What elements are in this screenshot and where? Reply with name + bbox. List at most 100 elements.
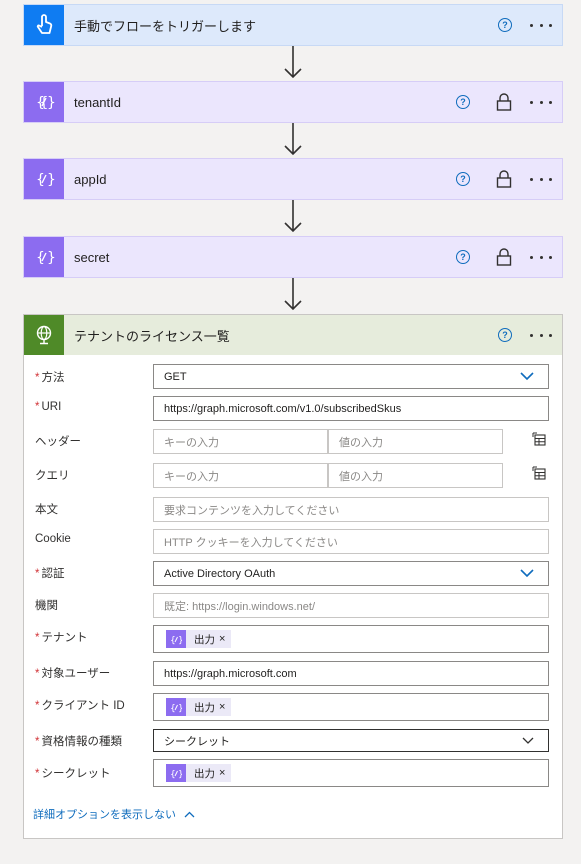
more-icon[interactable] [530, 170, 552, 188]
output-token[interactable]: {} 出力 × [166, 698, 232, 716]
remove-token-icon[interactable]: × [219, 633, 225, 645]
cookie-row: Cookie HTTP クッキーを入力してください [24, 527, 562, 559]
queries-row: クエリ キーの入力 値の入力 [24, 461, 562, 495]
svg-text:}: } [47, 95, 55, 111]
help-icon[interactable]: ? [456, 172, 470, 186]
auth-row: * 認証 Active Directory OAuth [24, 559, 562, 591]
help-icon[interactable]: ? [498, 328, 512, 342]
svg-text:}: } [47, 250, 55, 266]
http-form: * 方法 GET * URI https://graph.microsoft.com… [24, 355, 562, 811]
svg-text:}: } [178, 770, 182, 779]
header-value-input[interactable]: 値の入力 [328, 429, 503, 454]
token-label: 出力 [194, 633, 215, 646]
body-input[interactable]: 要求コンテンツを入力してください [153, 497, 549, 522]
svg-text:{: { [170, 636, 176, 645]
http-header[interactable]: テナントのライセンス一覧 ? [24, 315, 562, 355]
uri-input[interactable]: https://graph.microsoft.com/v1.0/subscri… [153, 396, 549, 421]
audience-input[interactable]: https://graph.microsoft.com [153, 661, 549, 686]
header-key-input[interactable]: キーの入力 [153, 429, 328, 454]
method-value: GET [164, 370, 187, 383]
remove-token-icon[interactable]: × [219, 767, 225, 779]
chevron-down-icon [520, 569, 534, 578]
uri-row: * URI https://graph.microsoft.com/v1.0/su… [24, 395, 562, 427]
lock-icon[interactable] [496, 93, 512, 111]
appid-card[interactable]: {} appId ? [23, 158, 563, 200]
secret-header[interactable]: {} secret ? [24, 237, 562, 277]
arrow-down-icon [284, 200, 302, 233]
step-title: 手動でフローをトリガーします [74, 18, 257, 34]
tenant-row: *テナント {} 出力 × [24, 623, 562, 659]
lock-icon[interactable] [496, 248, 512, 266]
credential-type-row: * 資格情報の種類 シークレット [24, 727, 562, 759]
hand-touch-icon [24, 5, 64, 45]
trigger-card[interactable]: 手動でフローをトリガーします ? [23, 4, 563, 46]
variable-icon: {} [24, 159, 64, 199]
query-value-input[interactable]: 値の入力 [328, 463, 503, 488]
more-icon[interactable] [530, 248, 552, 266]
uri-label: * URI [35, 401, 62, 413]
auth-select[interactable]: Active Directory OAuth [153, 561, 549, 586]
svg-text:{: { [170, 770, 176, 779]
more-icon[interactable] [530, 16, 552, 34]
method-select[interactable]: GET [153, 364, 549, 389]
trigger-header[interactable]: 手動でフローをトリガーします ? [24, 5, 562, 45]
credential-type-select[interactable]: シークレット [153, 729, 549, 752]
audience-label: * 対象ユーザー [35, 668, 111, 680]
advanced-link-label: 詳細オプションを表示しない [33, 809, 176, 821]
output-token[interactable]: {} 出力 × [166, 630, 232, 648]
cookie-input[interactable]: HTTP クッキーを入力してください [153, 529, 549, 554]
credential-type-label: * 資格情報の種類 [35, 736, 122, 748]
method-label: * 方法 [35, 372, 65, 384]
remove-token-icon[interactable]: × [219, 701, 225, 713]
headers-row: ヘッダー キーの入力 値の入力 [24, 427, 562, 461]
help-icon[interactable]: ? [498, 18, 512, 32]
client-id-input[interactable]: {} 出力 × [153, 693, 549, 721]
token-label: 出力 [194, 701, 215, 714]
variable-icon: {} [166, 630, 186, 648]
queries-label: クエリ [35, 470, 70, 482]
tenantid-card[interactable]: {{} tenantId ? [23, 81, 563, 123]
output-token[interactable]: {} 出力 × [166, 764, 232, 782]
lock-icon[interactable] [496, 170, 512, 188]
cookie-label: Cookie [35, 533, 71, 545]
tenant-label: * テナント [35, 632, 88, 644]
auth-label: * 認証 [35, 568, 65, 580]
variable-icon: {{} [24, 82, 64, 122]
step-title: tenantId [74, 94, 121, 110]
secret-input[interactable]: {} 出力 × [153, 759, 549, 787]
svg-text:{: { [170, 704, 176, 713]
secret-card[interactable]: {} secret ? [23, 236, 563, 278]
chevron-down-icon [520, 372, 534, 381]
appid-header[interactable]: {} appId ? [24, 159, 562, 199]
authority-input[interactable]: 既定: https://login.windows.net/ [153, 593, 549, 618]
variable-icon: {} [24, 237, 64, 277]
secret-label: * シークレット [35, 768, 111, 780]
help-icon[interactable]: ? [456, 95, 470, 109]
http-card[interactable]: テナントのライセンス一覧 ? * 方法 GET * URI https://grap… [23, 314, 563, 839]
arrow-down-icon [284, 278, 302, 311]
more-icon[interactable] [530, 326, 552, 344]
svg-text:}: } [47, 172, 55, 188]
tenantid-header[interactable]: {{} tenantId ? [24, 82, 562, 122]
help-icon[interactable]: ? [456, 250, 470, 264]
table-switch-icon[interactable] [532, 466, 546, 480]
authority-label: 機関 [35, 600, 58, 612]
step-title: appId [74, 171, 107, 187]
authority-row: 機関 既定: https://login.windows.net/ [24, 591, 562, 623]
tenant-input[interactable]: {} 出力 × [153, 625, 549, 653]
more-icon[interactable] [530, 93, 552, 111]
step-title: テナントのライセンス一覧 [74, 328, 230, 344]
chevron-up-icon [184, 811, 195, 817]
client-id-label: * クライアント ID [35, 700, 125, 712]
body-label: 本文 [35, 504, 58, 516]
variable-icon: {} [166, 764, 186, 782]
toggle-advanced-options-link[interactable]: 詳細オプションを表示しない [33, 806, 195, 822]
query-key-input[interactable]: キーの入力 [153, 463, 328, 488]
chevron-down-icon [522, 737, 534, 744]
variable-icon: {} [166, 698, 186, 716]
method-row: * 方法 GET [24, 363, 562, 395]
table-switch-icon[interactable] [532, 432, 546, 446]
step-title: secret [74, 249, 110, 265]
arrow-down-icon [284, 46, 302, 79]
auth-value: Active Directory OAuth [164, 567, 276, 580]
